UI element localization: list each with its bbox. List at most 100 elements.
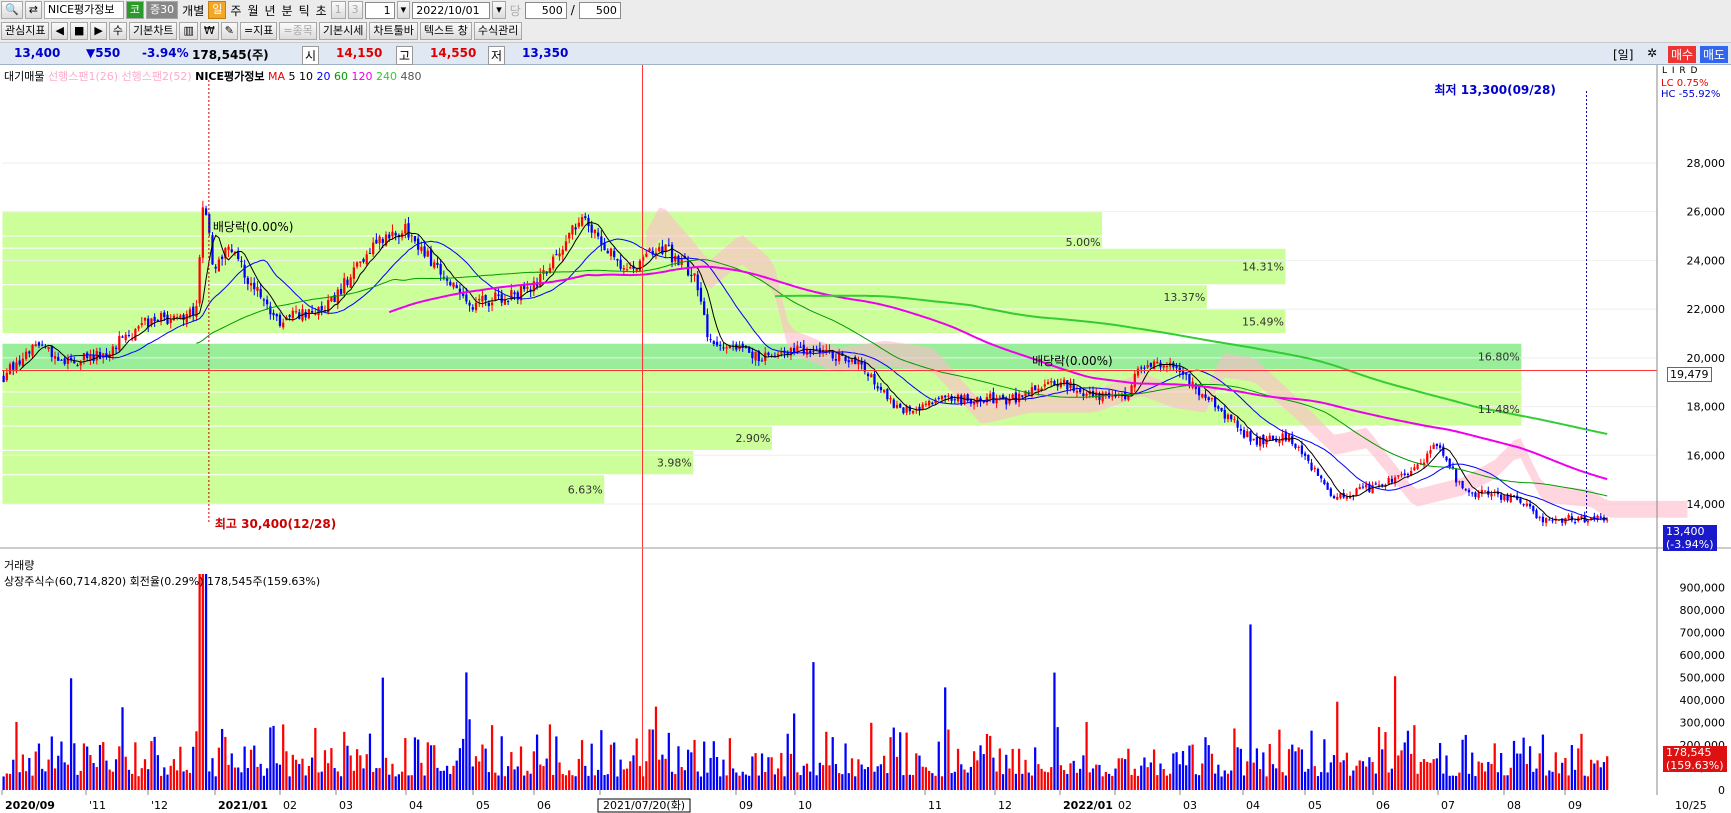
tool-icon[interactable]: ✎ xyxy=(220,22,238,40)
nav-prev-button[interactable]: ◀ xyxy=(51,22,68,40)
period-minute-button[interactable]: 분 xyxy=(280,2,295,19)
candle-body xyxy=(625,269,629,271)
volume-bar xyxy=(208,771,211,790)
candle-body xyxy=(1104,392,1107,394)
volume-bar xyxy=(1294,751,1297,790)
candle-body xyxy=(1223,409,1226,419)
volume-bar xyxy=(915,753,918,790)
volume-bar xyxy=(166,774,169,790)
volume-bar xyxy=(927,770,931,790)
volume-bar xyxy=(18,772,21,790)
formula-manage-button[interactable]: 수식관리 xyxy=(473,22,523,40)
individual-label[interactable]: 개별 xyxy=(180,2,206,19)
candle-body xyxy=(1397,475,1400,477)
volume-bar xyxy=(1001,774,1005,790)
x-tick-label: 03 xyxy=(1183,799,1197,812)
volume-bar xyxy=(857,759,860,790)
num3-button[interactable]: 3 xyxy=(347,1,363,19)
volume-bar xyxy=(937,741,940,790)
period-tick-button[interactable]: 틱 xyxy=(297,2,312,19)
period-week-button[interactable]: 주 xyxy=(228,2,243,19)
volume-bar xyxy=(1197,775,1201,790)
candle-body xyxy=(1413,467,1416,471)
volume-bar xyxy=(1535,768,1538,790)
volume-bar xyxy=(802,765,805,790)
x-tick-label: 05 xyxy=(1308,799,1322,812)
search-icon[interactable]: 🔍 xyxy=(1,1,23,19)
chart-type-icon[interactable]: ▥ xyxy=(179,22,198,40)
volume-bar xyxy=(1062,770,1066,790)
volume-bar xyxy=(1316,776,1320,790)
unit-dropdown-icon[interactable]: ▾ xyxy=(396,1,411,19)
volume-bar xyxy=(82,743,86,790)
volume-bar xyxy=(584,765,587,790)
candle-body xyxy=(1461,480,1464,489)
volume-bar xyxy=(217,747,221,790)
x-tick-label: 03 xyxy=(339,799,353,812)
volume-bar xyxy=(1487,761,1490,790)
unit-input[interactable]: 1 xyxy=(364,1,395,19)
candle-body xyxy=(561,249,564,255)
period-month-button[interactable]: 월 xyxy=(245,2,260,19)
candle-body xyxy=(1101,392,1104,402)
symbol-add-button[interactable]: =종목 xyxy=(279,22,317,40)
candle-body xyxy=(1477,492,1480,498)
total-input[interactable]: 500 xyxy=(578,1,621,19)
volume-bar xyxy=(1361,761,1365,790)
candle-body xyxy=(552,256,555,269)
volume-bar xyxy=(1079,768,1082,790)
nav-count-button[interactable]: 수 xyxy=(108,22,127,40)
candle-body xyxy=(703,301,706,315)
volume-bar xyxy=(625,768,629,790)
date-input[interactable]: 2022/10/01 xyxy=(412,1,491,19)
candle-body xyxy=(230,249,233,253)
candle-body xyxy=(715,341,719,346)
volume-bar xyxy=(866,767,870,790)
basic-chart-button[interactable]: 기본차트 xyxy=(128,22,178,40)
volume-bar xyxy=(1557,773,1561,790)
basic-quote-button[interactable]: 기본시세 xyxy=(318,22,368,40)
period-second-button[interactable]: 초 xyxy=(314,2,329,19)
candle-body xyxy=(413,236,417,242)
candle-body xyxy=(690,274,693,276)
indicator-add-button[interactable]: =지표 xyxy=(239,22,278,40)
volume-bar xyxy=(654,706,658,790)
stock-chart[interactable]: 14,000 16,000 18,000 20,000 22,000 24,000 26,0… xyxy=(0,65,1731,813)
volume-bar xyxy=(150,741,153,790)
buy-button[interactable]: 매수 xyxy=(1668,46,1697,63)
chart-toolbar-button[interactable]: 차트툴바 xyxy=(369,22,418,40)
volume-bar xyxy=(796,772,799,790)
volume-bar xyxy=(854,776,857,790)
last-price-value: 13,400 xyxy=(1666,525,1705,538)
volume-bar xyxy=(1233,728,1236,790)
num1-button[interactable]: 1 xyxy=(330,1,346,19)
candle-body xyxy=(140,323,143,325)
candle-body xyxy=(873,373,876,385)
won-button[interactable]: ₩ xyxy=(199,22,219,40)
interest-indicator-button[interactable]: 관심지표 xyxy=(1,22,50,40)
nav-next-button[interactable]: ▶ xyxy=(90,22,107,40)
stock-name-field[interactable]: NICE평가정보 xyxy=(43,1,124,19)
count-input[interactable]: 500 xyxy=(524,1,567,19)
period-year-button[interactable]: 년 xyxy=(262,2,277,19)
volume-bar xyxy=(1406,730,1410,790)
high-label: 고 xyxy=(396,46,414,65)
period-day-button[interactable]: 일 xyxy=(208,1,227,19)
candle-body xyxy=(352,267,356,279)
volume-bar xyxy=(1226,773,1230,790)
nav-stop-button[interactable]: ■ xyxy=(69,22,89,40)
volume-bar xyxy=(400,771,404,790)
refresh-icon[interactable]: ⇄ xyxy=(24,1,42,19)
volume-bar xyxy=(24,771,28,790)
volume-bar xyxy=(1458,772,1461,790)
sell-button[interactable]: 매도 xyxy=(1700,46,1729,63)
candle-body xyxy=(609,248,613,257)
band-label: 6.63% xyxy=(568,483,603,496)
date-dropdown-icon[interactable]: ▾ xyxy=(492,1,506,19)
volume-bar xyxy=(709,757,712,790)
volume-bar xyxy=(1136,775,1140,790)
settings-icon[interactable]: ✲ xyxy=(1647,46,1657,60)
text-window-button[interactable]: 텍스트 창 xyxy=(419,22,472,40)
volume-bar xyxy=(92,763,95,790)
volume-bar xyxy=(384,757,388,790)
